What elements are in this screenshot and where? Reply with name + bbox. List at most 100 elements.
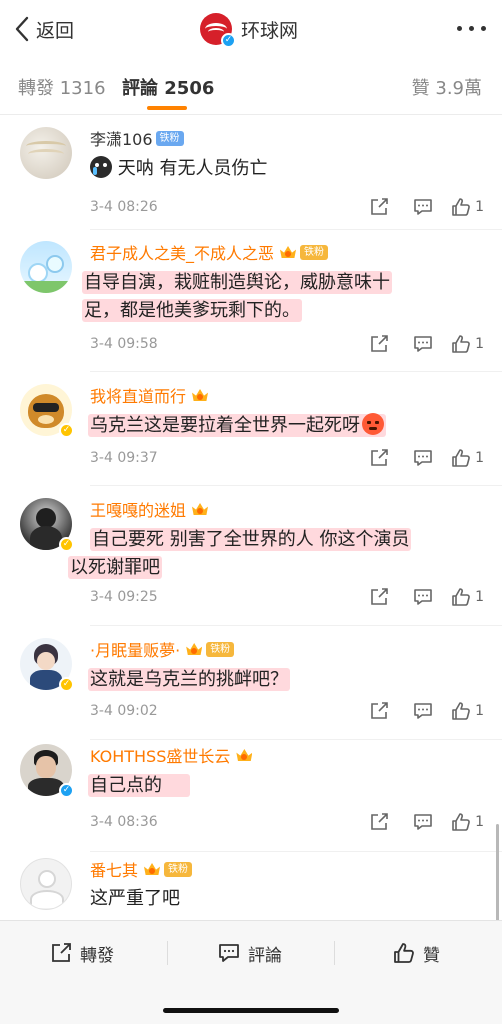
divider — [167, 941, 168, 965]
share-button[interactable] — [357, 446, 401, 470]
fan-badge: 铁粉 — [155, 130, 184, 146]
share-icon — [371, 813, 388, 830]
avatar[interactable]: ✓ — [20, 498, 74, 552]
back-label: 返回 — [36, 19, 75, 42]
comment-time: 3-4 08:26 — [90, 199, 158, 215]
comment-text-line: 以死谢罪吧 — [68, 556, 162, 579]
like-icon — [452, 588, 470, 606]
comment-button[interactable] — [401, 699, 445, 723]
comment-icon — [414, 336, 432, 352]
tab-comments[interactable]: 評論 2506 — [122, 74, 214, 100]
avatar[interactable]: ✓ — [20, 638, 74, 692]
comment-text-content: 天呐 有无人员伤亡 — [117, 158, 268, 179]
comment-button[interactable] — [401, 332, 445, 356]
comment-item: ✓ 王嘎嘎的迷姐 自己要死 别害了全世界的人 你这个演员 以死谢罪吧 3-4 0… — [0, 486, 502, 626]
crown-icon — [191, 387, 209, 403]
account-name: 环球网 — [241, 19, 299, 42]
tab-likes[interactable]: 贊 3.9萬 — [412, 74, 482, 100]
share-button[interactable] — [357, 585, 401, 609]
share-icon — [371, 702, 388, 719]
comment-actions: 1 — [357, 585, 484, 609]
more-icon[interactable] — [457, 26, 486, 31]
like-icon — [394, 943, 414, 963]
share-button[interactable] — [357, 332, 401, 356]
comment-actions: 1 — [357, 446, 484, 470]
like-count: 1 — [475, 450, 484, 466]
tab-bar: 轉發 1316 評論 2506 贊 3.9萬 — [0, 64, 502, 114]
comment-actions: 1 — [357, 332, 484, 356]
like-button[interactable]: 1 — [451, 810, 484, 834]
comment-button[interactable] — [401, 810, 445, 834]
username[interactable]: 李潇106 — [90, 126, 153, 150]
like-button[interactable]: 1 — [451, 446, 484, 470]
comment-button[interactable] — [401, 585, 445, 609]
avatar[interactable] — [20, 858, 72, 910]
comment-icon — [414, 450, 432, 466]
comment-text: 天呐 有无人员伤亡 — [90, 155, 480, 183]
like-button[interactable]: 1 — [451, 699, 484, 723]
share-button[interactable] — [357, 699, 401, 723]
share-button[interactable] — [357, 195, 401, 219]
like-icon — [452, 335, 470, 353]
comment-button[interactable] — [401, 446, 445, 470]
repost-button[interactable]: 轉發 — [50, 939, 114, 967]
like-button[interactable]: 1 — [451, 585, 484, 609]
comment-time: 3-4 09:25 — [90, 589, 158, 605]
crown-icon — [185, 641, 203, 657]
comment-icon — [414, 814, 432, 830]
comment-icon — [414, 589, 432, 605]
like-icon — [452, 813, 470, 831]
comment-label: 評論 — [248, 945, 282, 966]
comment-text-line: 自导自演，栽赃制造舆论，威胁意味十 — [82, 271, 392, 294]
fan-badge: 铁粉 — [164, 861, 193, 877]
comment-text: 乌克兰这是要拉着全世界一起死呀 — [88, 412, 478, 440]
like-button[interactable]: 贊 — [393, 939, 440, 967]
like-button[interactable]: 1 — [451, 332, 484, 356]
username[interactable]: ·月眠量贩夢· — [90, 637, 180, 661]
comment-time: 3-4 09:58 — [90, 336, 158, 352]
like-icon — [452, 449, 470, 467]
comment-text-line: 足，都是他美爹玩剩下的。 — [82, 299, 302, 322]
comment-text-content: 乌克兰这是要拉着全世界一起死呀 — [90, 415, 360, 436]
comment-button[interactable] — [401, 195, 445, 219]
avatar[interactable]: ✓ — [20, 384, 74, 438]
comment-text: 自己要死 别害了全世界的人 你这个演员 以死谢罪吧 — [68, 526, 488, 582]
crown-icon — [191, 501, 209, 517]
comment-text: 这严重了吧 — [90, 888, 180, 909]
avatar[interactable] — [20, 241, 72, 293]
comment-icon — [219, 944, 239, 962]
account-header[interactable]: ✓ 环球网 — [200, 10, 298, 48]
like-count: 1 — [475, 336, 484, 352]
comment-item: 君子成人之美_不成人之恶 铁粉 自导自演，栽赃制造舆论，威胁意味十 足，都是他美… — [0, 229, 502, 372]
comment-item: 番七其 铁粉 这严重了吧 — [0, 852, 502, 920]
share-button[interactable] — [357, 810, 401, 834]
username[interactable]: 王嘎嘎的迷姐 — [90, 497, 186, 521]
comment-button[interactable]: 評論 — [218, 939, 282, 967]
account-logo: ✓ — [200, 13, 236, 48]
like-count: 1 — [475, 199, 484, 215]
like-icon — [452, 702, 470, 720]
share-icon — [371, 335, 388, 352]
crown-icon — [279, 244, 297, 260]
verified-icon: ✓ — [59, 783, 74, 798]
fan-badge: 铁粉 — [206, 641, 235, 657]
username[interactable]: 我将直道而行 — [90, 383, 186, 407]
divider — [334, 941, 335, 965]
like-button[interactable]: 1 — [451, 195, 484, 219]
share-icon — [371, 198, 388, 215]
comment-icon — [414, 703, 432, 719]
avatar[interactable] — [20, 127, 72, 179]
scrollbar[interactable] — [496, 824, 499, 924]
crown-icon — [235, 747, 253, 763]
tab-reposts[interactable]: 轉發 1316 — [18, 74, 106, 100]
top-nav-bar: 返回 ✓ 环球网 — [0, 0, 502, 58]
username[interactable]: 君子成人之美_不成人之恶 — [90, 240, 274, 264]
fan-badge: 铁粉 — [300, 244, 329, 260]
username[interactable]: KOHTHSS盛世长云 — [90, 743, 230, 767]
share-icon — [371, 588, 388, 605]
home-indicator — [163, 1008, 339, 1013]
back-button[interactable]: 返回 — [14, 14, 74, 44]
comment-time: 3-4 08:36 — [90, 814, 158, 830]
username[interactable]: 番七其 — [90, 857, 138, 881]
avatar[interactable]: ✓ — [20, 744, 74, 798]
